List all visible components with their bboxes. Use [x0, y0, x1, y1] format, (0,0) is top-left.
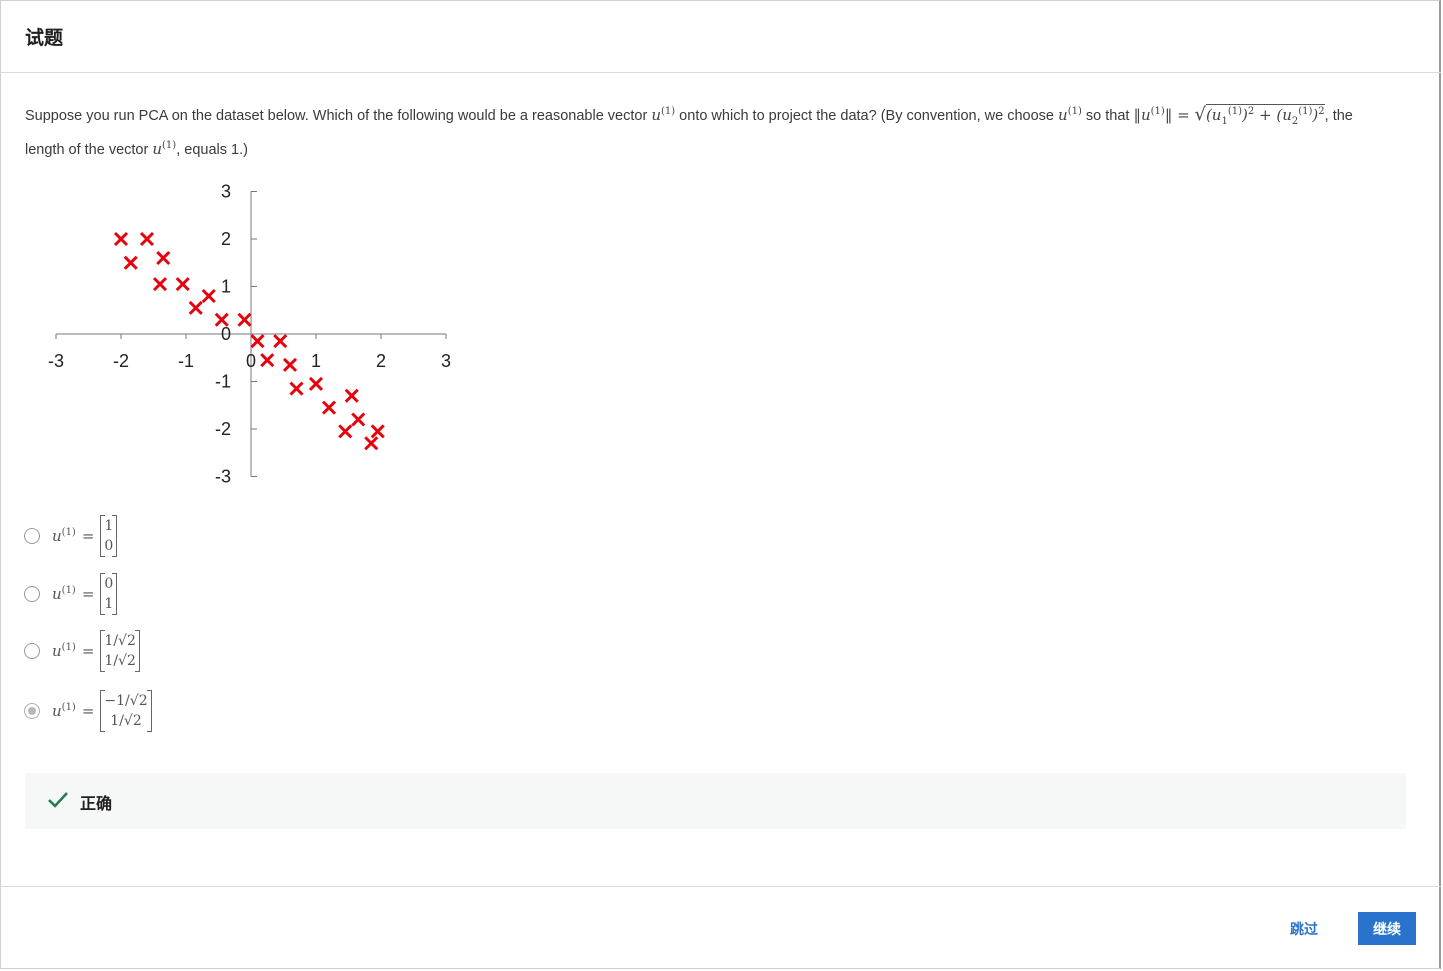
matrix-row: 1: [104, 518, 114, 534]
option-math: u(1) = −1/√2 1/√2: [52, 690, 152, 732]
x-tick-label: 3: [441, 351, 451, 371]
option-3[interactable]: u(1) = 1/√2 1/√2: [24, 630, 140, 672]
option-2[interactable]: u(1) = 0 1: [24, 573, 118, 615]
vector-matrix: 0 1: [100, 573, 118, 615]
data-point: [364, 436, 379, 451]
x-tick-label: -1: [178, 351, 194, 371]
question-part-2: onto which to project the data? (By conv…: [675, 108, 1059, 124]
math-u1: u(1): [152, 140, 177, 158]
page-title: 试题: [25, 27, 64, 49]
data-point: [351, 412, 366, 427]
x-tick-label: 2: [376, 351, 386, 371]
footer-divider: [0, 886, 1441, 887]
question-part-3: so that: [1081, 108, 1134, 124]
matrix-row: −1/√2: [104, 693, 148, 709]
data-point: [260, 353, 275, 368]
question-part-4: , the: [1324, 108, 1353, 124]
x-tick-label: 1: [311, 351, 321, 371]
math-u1: u(1): [1058, 106, 1082, 124]
option-math: u(1) = 1/√2 1/√2: [52, 630, 140, 672]
feedback-banner: 正确: [25, 773, 1406, 829]
data-point: [289, 381, 304, 396]
vector-matrix: 1 0: [100, 515, 118, 557]
radio-button-selected[interactable]: [24, 703, 40, 719]
question-part-1: Suppose you run PCA on the dataset below…: [25, 108, 652, 124]
data-point: [237, 312, 252, 327]
data-point: [250, 334, 265, 349]
data-point: [338, 424, 353, 439]
data-point: [273, 334, 288, 349]
y-tick-label: -2: [215, 419, 231, 439]
option-math: u(1) = 0 1: [52, 573, 118, 615]
scatter-chart: -3 -2 -1 0 1 2 3 3 2 1 0 -1 -2 -3: [48, 182, 451, 487]
data-point: [113, 231, 129, 247]
x-tick-label: -3: [48, 351, 64, 371]
check-icon: [48, 792, 68, 808]
y-tick-label: -3: [215, 467, 231, 487]
data-point: [188, 300, 203, 315]
option-4[interactable]: u(1) = −1/√2 1/√2: [24, 690, 152, 732]
matrix-row: 1/√2: [110, 713, 142, 729]
question-text: Suppose you run PCA on the dataset below…: [25, 100, 1405, 162]
header: 试题: [0, 0, 1441, 73]
math-u1: u(1): [651, 106, 676, 124]
vector-matrix: 1/√2 1/√2: [100, 630, 140, 672]
data-point: [175, 277, 190, 292]
x-tick-label: 0: [246, 351, 256, 371]
y-tick-label: 1: [221, 277, 231, 297]
matrix-row: 1/√2: [104, 653, 136, 669]
data-point: [321, 400, 337, 415]
skip-button[interactable]: 跳过: [1276, 912, 1332, 945]
data-point: [282, 357, 298, 372]
y-tick-label: 2: [221, 229, 231, 249]
matrix-row: 1: [104, 596, 114, 612]
matrix-row: 0: [104, 538, 114, 554]
x-tick-label: -2: [113, 351, 129, 371]
matrix-row: 1/√2: [104, 633, 136, 649]
data-point: [156, 250, 171, 266]
option-math: u(1) = 1 0: [52, 515, 118, 557]
radio-button[interactable]: [24, 643, 40, 659]
data-point: [344, 388, 359, 403]
data-point: [123, 255, 138, 270]
math-norm-formula: ‖u(1)‖ = √(u1(1))2 + (u2(1))2: [1133, 104, 1325, 127]
vector-matrix: −1/√2 1/√2: [100, 690, 152, 732]
radio-button[interactable]: [24, 586, 40, 602]
y-tick-label: 0: [221, 324, 231, 344]
matrix-row: 0: [104, 576, 114, 592]
data-point: [201, 288, 216, 304]
data-point: [370, 424, 385, 439]
data-point: [139, 231, 155, 247]
question-part-6: , equals 1.): [176, 142, 248, 158]
continue-button[interactable]: 继续: [1358, 912, 1416, 945]
data-point: [152, 277, 168, 292]
y-tick-label: 3: [221, 182, 231, 202]
question-part-5: length of the vector: [25, 142, 153, 158]
option-1[interactable]: u(1) = 1 0: [24, 515, 118, 557]
feedback-text: 正确: [80, 794, 113, 813]
radio-button[interactable]: [24, 528, 40, 544]
data-point: [308, 376, 324, 391]
y-tick-label: -1: [215, 372, 231, 392]
